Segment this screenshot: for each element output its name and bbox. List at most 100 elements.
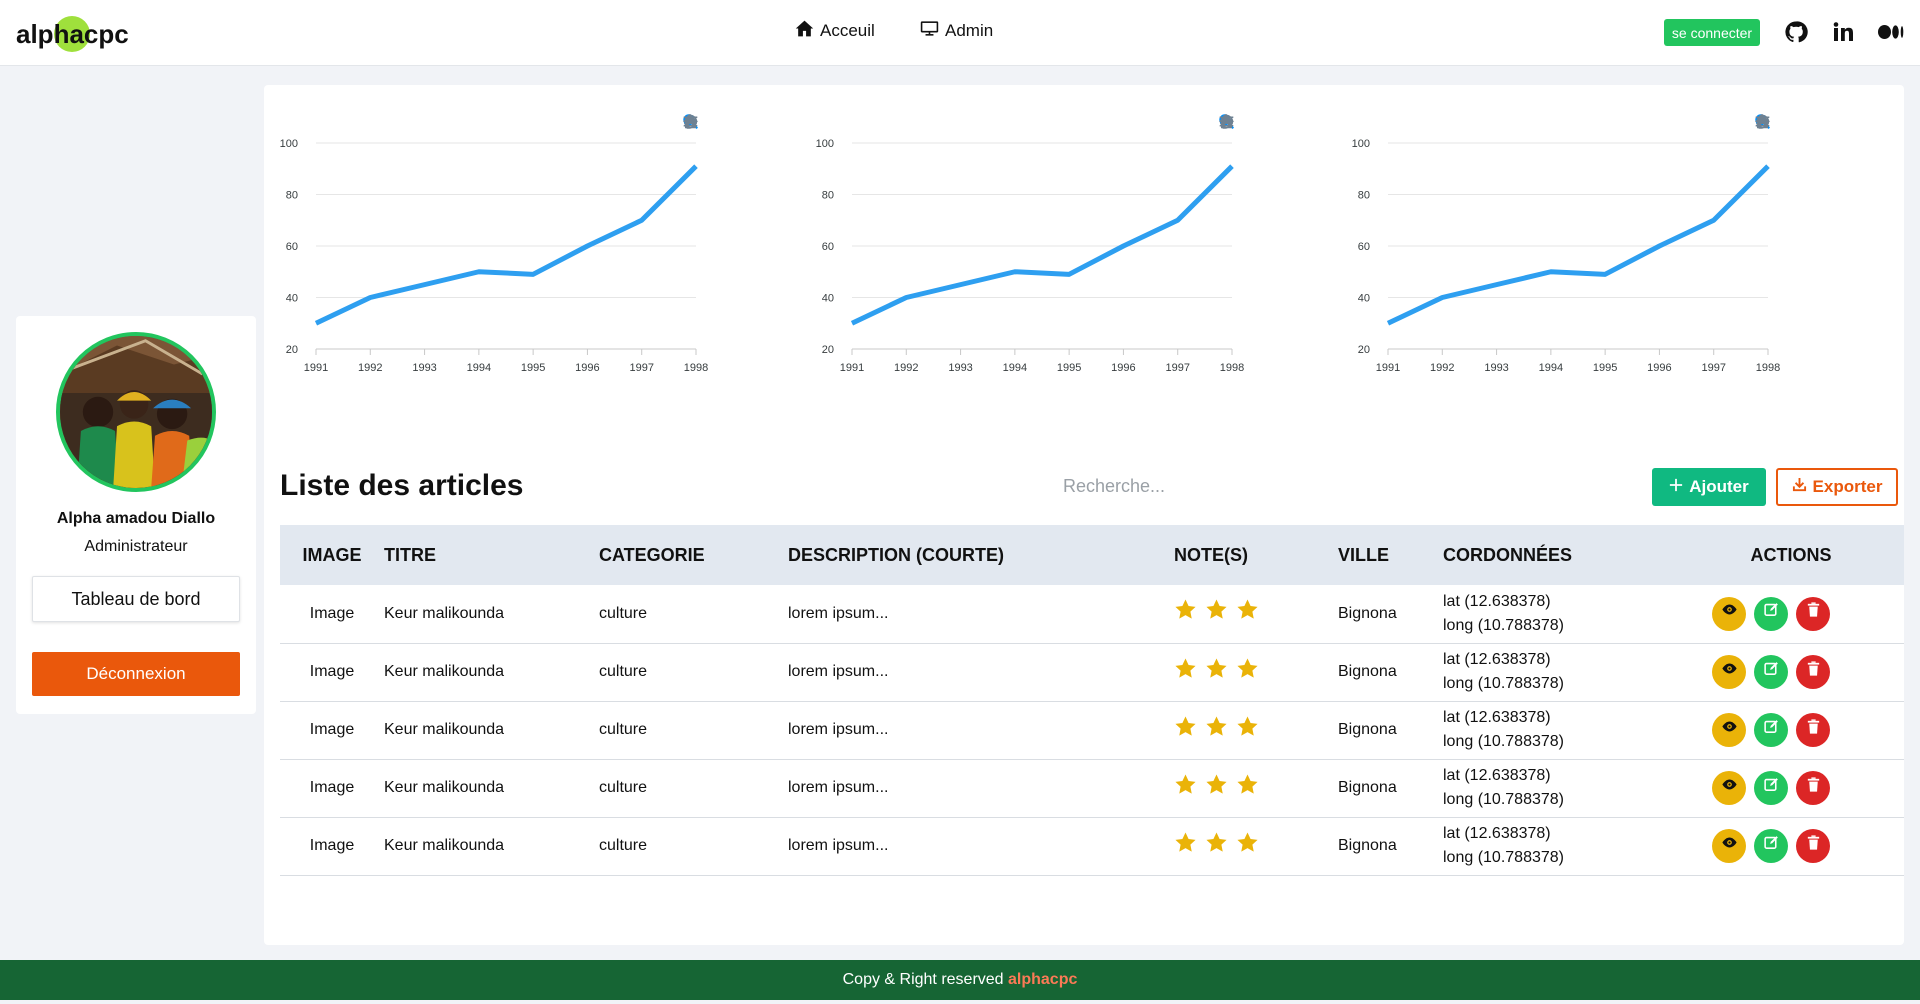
add-article-button[interactable]: Ajouter [1652, 468, 1766, 506]
view-button[interactable] [1712, 713, 1746, 747]
edit-button[interactable] [1754, 829, 1788, 863]
export-button[interactable]: Exporter [1776, 468, 1898, 506]
line-chart-2: 20 40 60 80 100 1991 1992 1993 1994 1995 1996 1997 1… [800, 99, 1320, 439]
x-tick-label: 1991 [304, 362, 328, 374]
x-tick-label: 1991 [840, 362, 864, 374]
x-tick-label: 1997 [1165, 362, 1189, 374]
y-tick-label: 60 [822, 241, 834, 253]
reset-home-icon[interactable] [1218, 113, 1319, 130]
home-icon [795, 19, 814, 43]
star-icon [1174, 831, 1197, 862]
star-icon [1205, 773, 1228, 804]
star-icon [1205, 598, 1228, 629]
selection-zoom-icon[interactable] [683, 113, 741, 130]
cell-actions [1678, 817, 1904, 875]
profile-name: Alpha amadou Diallo [56, 510, 216, 527]
cell-city: Bignona [1338, 779, 1397, 796]
reset-home-icon[interactable] [682, 113, 783, 130]
star-icon [1174, 598, 1197, 629]
nav-label: Admin [945, 21, 994, 40]
selection-zoom-icon[interactable] [1219, 113, 1277, 130]
delete-button[interactable] [1796, 655, 1830, 689]
x-tick-label: 1997 [629, 362, 653, 374]
table-row: Image Keur malikounda culture lorem ipsu… [280, 817, 1904, 875]
profile-role: Administrateur [84, 538, 188, 555]
edit-icon [1763, 601, 1780, 626]
x-tick-label: 1992 [358, 362, 382, 374]
cell-category: culture [599, 779, 648, 796]
delete-button[interactable] [1796, 596, 1830, 631]
view-button[interactable] [1712, 829, 1746, 863]
cell-description: lorem ipsum... [788, 837, 889, 854]
x-tick-label: 1992 [894, 362, 918, 374]
star-icon [1205, 657, 1228, 688]
view-button[interactable] [1712, 771, 1746, 805]
y-tick-label: 60 [1358, 241, 1370, 253]
dashboard-button[interactable]: Tableau de bord [32, 576, 240, 622]
footer: Copy & Right reserved alphacpc [0, 960, 1920, 1000]
edit-button[interactable] [1754, 596, 1788, 631]
footer-brand[interactable]: alphacpc [1008, 971, 1077, 988]
table-row: Image Keur malikounda culture lorem ipsu… [280, 701, 1904, 759]
nav-link-admin[interactable]: Admin [920, 20, 993, 42]
star-icon [1236, 831, 1259, 862]
x-tick-label: 1995 [1057, 362, 1081, 374]
x-tick-label: 1995 [1593, 362, 1617, 374]
linkedin-icon[interactable] [1831, 20, 1855, 44]
x-tick-label: 1998 [1220, 362, 1244, 374]
edit-icon [1763, 776, 1780, 801]
cell-image: Image [309, 837, 355, 854]
pan-hand-icon[interactable] [684, 113, 762, 130]
login-button[interactable]: se connecter [1664, 19, 1760, 46]
x-tick-label: 1996 [1647, 362, 1671, 374]
cell-title: Keur malikounda [384, 837, 505, 854]
star-icon [1205, 715, 1228, 746]
cell-city: Bignona [1338, 837, 1397, 854]
chart-svg: 20 40 60 80 100 1991 1992 1993 1994 1995 1996 1997 1… [1352, 138, 1781, 374]
avatar [56, 332, 216, 492]
main-panel: 20 40 60 80 100 1991 1992 1993 1994 1995 1996 1997 1… [264, 85, 1904, 945]
selection-zoom-icon[interactable] [1755, 113, 1813, 130]
cell-city: Bignona [1338, 663, 1397, 680]
chart-toolbar [682, 113, 804, 133]
medium-icon[interactable] [1877, 20, 1905, 44]
delete-button[interactable] [1796, 771, 1830, 805]
column-header-title: TITRE [384, 544, 436, 565]
zoom-out-icon[interactable] [1219, 113, 1256, 130]
edit-button[interactable] [1754, 713, 1788, 747]
table-row: Image Keur malikounda culture lorem ipsu… [280, 585, 1904, 643]
eye-icon [1721, 834, 1738, 859]
pan-hand-icon[interactable] [1756, 113, 1834, 130]
x-tick-label: 1998 [684, 362, 708, 374]
delete-button[interactable] [1796, 829, 1830, 863]
column-header-image: IMAGE [302, 544, 362, 565]
search-input[interactable] [964, 470, 1264, 502]
reset-home-icon[interactable] [1754, 113, 1855, 130]
chart-toolbar [1754, 113, 1876, 133]
zoom-out-icon[interactable] [683, 113, 720, 130]
y-tick-label: 20 [1358, 344, 1370, 356]
cell-city: Bignona [1338, 604, 1397, 622]
logo[interactable]: alphacpc [16, 16, 129, 52]
pan-hand-icon[interactable] [1220, 113, 1298, 130]
view-button[interactable] [1712, 655, 1746, 689]
logout-button[interactable]: Déconnexion [32, 652, 240, 696]
y-tick-label: 100 [816, 138, 834, 150]
y-tick-label: 40 [1358, 293, 1370, 305]
view-button[interactable] [1712, 596, 1746, 631]
column-header-actions: ACTIONS [1750, 544, 1832, 565]
github-icon[interactable] [1784, 20, 1808, 44]
chart-svg: 20 40 60 80 100 1991 1992 1993 1994 1995 1996 1997 1… [816, 138, 1245, 374]
x-tick-label: 1997 [1701, 362, 1725, 374]
eye-icon [1721, 660, 1738, 685]
nav-link-home[interactable]: Acceuil [795, 20, 875, 42]
x-tick-label: 1994 [1003, 362, 1027, 374]
menu-icon[interactable] [1755, 113, 1876, 130]
edit-button[interactable] [1754, 771, 1788, 805]
y-tick-label: 20 [286, 344, 298, 356]
edit-button[interactable] [1754, 655, 1788, 689]
delete-button[interactable] [1796, 713, 1830, 747]
x-tick-label: 1992 [1430, 362, 1454, 374]
eye-icon [1721, 718, 1738, 743]
zoom-out-icon[interactable] [1755, 113, 1792, 130]
